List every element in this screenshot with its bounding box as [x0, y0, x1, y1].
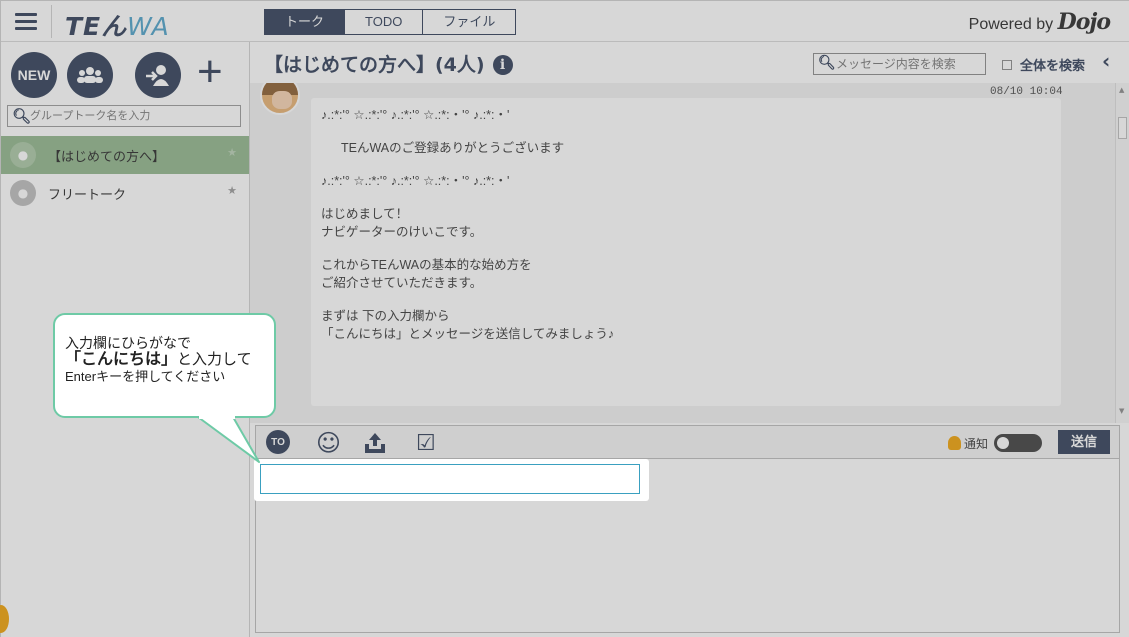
hamburger-menu-icon[interactable] — [15, 13, 37, 30]
new-button[interactable]: NEW — [11, 52, 57, 98]
star-icon[interactable]: ★ — [227, 184, 237, 197]
scroll-down-icon[interactable]: ▼ — [1119, 407, 1124, 415]
checkbox[interactable] — [1002, 59, 1012, 70]
scroll-thumb[interactable] — [1118, 117, 1127, 139]
enter-room-icon — [146, 65, 169, 86]
message-search-field: 🔍︎ — [813, 53, 986, 75]
chat-area: 08/10 10:04 ♪.:*:'° ☆.:*:'° ♪.:*:'° ☆.:*… — [250, 83, 1129, 423]
main-panel: 【はじめての方へ】(4人)i 🔍︎ 全体を検索 ‹ 08/10 10:04 ♪.… — [250, 42, 1129, 637]
scroll-up-icon[interactable]: ▲ — [1119, 86, 1124, 94]
app-logo: TEんWA — [65, 12, 170, 41]
callout-pointer — [197, 414, 260, 463]
message-line: まずは 下の入力欄から 「こんにちは」とメッセージを送信してみましょう♪ — [321, 309, 615, 341]
input-spotlight — [254, 459, 649, 501]
search-icon: 🔍︎ — [12, 107, 32, 125]
upload-icon[interactable] — [363, 430, 387, 456]
message-line: ♪.:*:'° ☆.:*:'° ♪.:*:'° ☆.:*:・'° ♪.:*:・' — [321, 174, 510, 188]
room-item-beginners[interactable]: ● 【はじめての方へ】 ★ — [1, 136, 249, 174]
bell-icon — [948, 436, 961, 450]
notify-label: 通知 — [964, 436, 989, 451]
group-search-field: 🔍︎ — [7, 105, 241, 127]
tab-todo[interactable]: TODO — [344, 9, 424, 35]
notify-toggle-group: 通知 — [948, 434, 1043, 452]
to-button[interactable]: TO — [266, 430, 290, 454]
chat-scrollbar[interactable]: ▲ ▼ — [1115, 83, 1129, 423]
room-label: 【はじめての方へ】 — [48, 148, 166, 164]
message-input[interactable] — [261, 465, 639, 493]
message-timestamp: 08/10 10:04 — [990, 86, 1063, 98]
message-search-input[interactable] — [836, 56, 984, 72]
group-avatar-icon: ● — [10, 142, 36, 168]
callout-line: 入力欄にひらがなで — [65, 335, 191, 351]
group-avatar-icon: ● — [10, 180, 36, 206]
sender-avatar[interactable] — [260, 83, 300, 115]
message-line: これからTEんWAの基本的な始め方を ご紹介させていただきます。 — [321, 258, 532, 290]
message-bubble: ♪.:*:'° ☆.:*:'° ♪.:*:'° ☆.:*:・'° ♪.:*:・'… — [311, 98, 1061, 406]
tab-talk[interactable]: トーク — [264, 9, 346, 35]
room-title: 【はじめての方へ】(4人) i — [264, 50, 513, 77]
send-button[interactable]: 送信 — [1058, 430, 1110, 454]
star-icon[interactable]: ★ — [227, 146, 237, 159]
powered-by: Powered by Dojo — [968, 9, 1111, 35]
group-search-input[interactable] — [30, 108, 236, 124]
message-line: はじめまして！ ナビゲーターのけいこです。 — [321, 207, 483, 239]
room-label: フリートーク — [48, 186, 127, 202]
message-line: TEんWAのご登録ありがとうございます — [341, 141, 565, 155]
room-item-free-talk[interactable]: ● フリートーク ★ — [1, 174, 249, 212]
dojo-logo: Dojo — [1057, 9, 1111, 35]
divider — [51, 5, 52, 38]
join-button[interactable] — [135, 52, 181, 98]
message-input-field — [260, 464, 640, 494]
composer-toolbar: TO ☺ ☑ 通知 送信 — [255, 425, 1120, 459]
tab-file[interactable]: ファイル — [422, 9, 517, 35]
notify-toggle[interactable] — [994, 434, 1043, 452]
chevron-left-icon[interactable]: ‹ — [1102, 49, 1110, 73]
callout-line: 「こんにちは」と入力して — [65, 351, 252, 368]
emoji-icon[interactable]: ☺ — [316, 429, 341, 457]
add-icon[interactable]: + — [197, 50, 223, 94]
search-icon: 🔍︎ — [818, 55, 836, 71]
group-button[interactable] — [67, 52, 113, 98]
group-icon — [77, 67, 103, 83]
callout-line: Enterキーを押してください — [65, 369, 226, 384]
all-search-checkbox[interactable]: 全体を検索 — [1002, 55, 1085, 74]
info-icon[interactable]: i — [492, 55, 513, 75]
message-line: ♪.:*:'° ☆.:*:'° ♪.:*:'° ☆.:*:・'° ♪.:*:・' — [321, 108, 510, 122]
top-bar: TEんWA トーク TODO ファイル Powered by Dojo — [1, 1, 1129, 42]
todo-checkbox-icon[interactable]: ☑ — [416, 430, 436, 456]
main-tabs: トーク TODO ファイル — [264, 9, 517, 35]
